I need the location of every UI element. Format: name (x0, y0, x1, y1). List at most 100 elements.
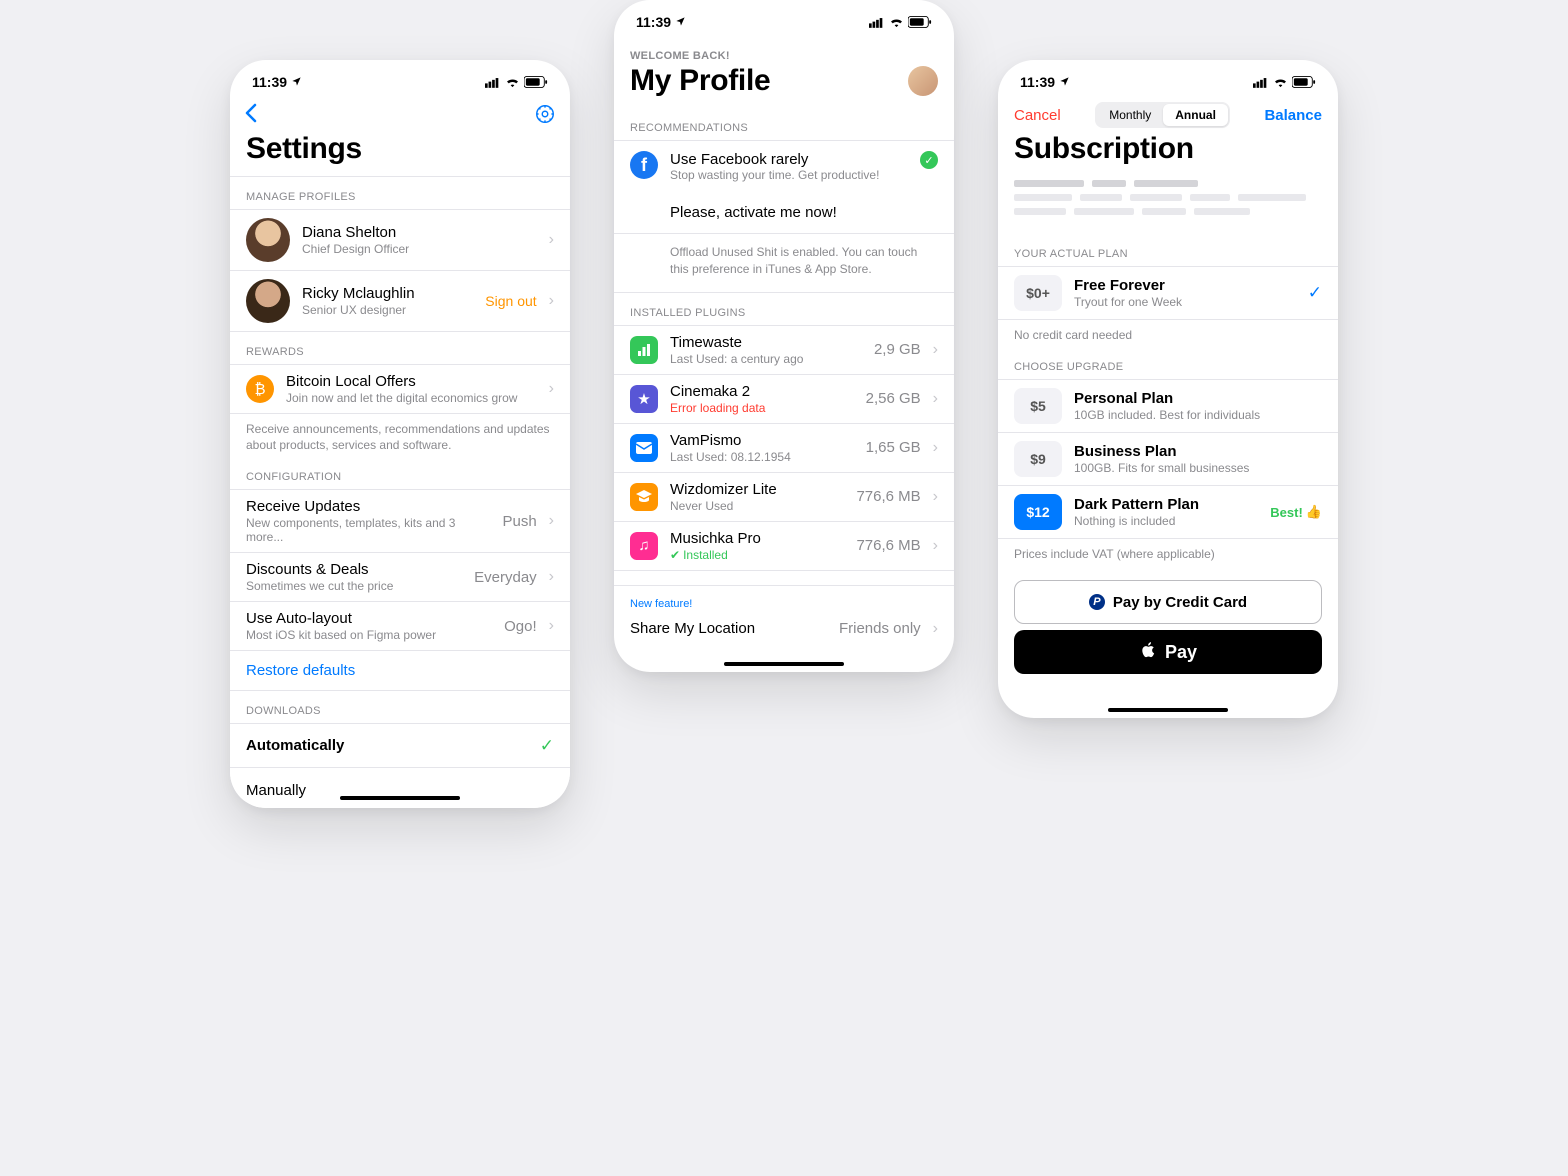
rewards-row[interactable]: ₿ Bitcoin Local Offers Join now and let … (230, 365, 570, 414)
price-tag: $0+ (1014, 275, 1062, 311)
row-title: Receive Updates (246, 498, 490, 515)
plan-title: Personal Plan (1074, 390, 1322, 407)
segment-monthly[interactable]: Monthly (1097, 104, 1163, 126)
back-button[interactable] (244, 102, 258, 130)
download-option[interactable]: Manually (230, 768, 570, 808)
profile-row[interactable]: Ricky Mclaughlin Senior UX designer Sign… (230, 271, 570, 332)
home-indicator (724, 662, 844, 666)
chevron-right-icon: › (933, 620, 938, 638)
chevron-right-icon: › (933, 488, 938, 506)
download-option[interactable]: Automatically ✓ (230, 724, 570, 768)
activate-prompt[interactable]: Please, activate me now! (614, 192, 954, 234)
config-row[interactable]: Use Auto-layout Most iOS kit based on Fi… (230, 602, 570, 651)
chevron-right-icon: › (933, 439, 938, 457)
status-time: 11:39 (1020, 74, 1055, 90)
phone-subscription: 11:39 Cancel Monthly Annual Balance Subs… (998, 60, 1338, 718)
config-row[interactable]: Discounts & Deals Sometimes we cut the p… (230, 553, 570, 602)
avatar (246, 218, 290, 262)
checkmark-icon: ✓ (1308, 283, 1322, 303)
section-header-plugins: INSTALLED PLUGINS (614, 293, 954, 325)
phone-settings: 11:39 Settings MANAGE PROFILES Diana She… (230, 60, 570, 808)
chevron-right-icon: › (933, 390, 938, 408)
row-title: Share My Location (630, 620, 827, 637)
plugin-size: 776,6 MB (856, 488, 920, 505)
section-header-downloads: DOWNLOADS (230, 691, 570, 723)
status-bar: 11:39 (998, 60, 1338, 96)
avatar[interactable] (908, 66, 938, 96)
status-time: 11:39 (636, 14, 671, 30)
plan-title: Business Plan (1074, 443, 1322, 460)
plan-sub: Tryout for one Week (1074, 295, 1296, 309)
plugin-size: 2,56 GB (866, 390, 921, 407)
apple-logo-icon (1139, 641, 1157, 663)
facebook-icon: f (630, 151, 658, 179)
plan-row[interactable]: $9 Business Plan 100GB. Fits for small b… (998, 433, 1338, 486)
config-row[interactable]: Receive Updates New components, template… (230, 490, 570, 553)
plan-sub: 100GB. Fits for small businesses (1074, 461, 1322, 475)
segment-control[interactable]: Monthly Annual (1095, 102, 1230, 128)
plan-title: Dark Pattern Plan (1074, 496, 1258, 513)
status-bar: 11:39 (230, 60, 570, 96)
plugin-row[interactable]: Wizdomizer Lite Never Used 776,6 MB › (614, 473, 954, 522)
row-title: Use Auto-layout (246, 610, 492, 627)
segment-annual[interactable]: Annual (1163, 104, 1228, 126)
plugin-row[interactable]: Timewaste Last Used: a century ago 2,9 G… (614, 326, 954, 375)
section-header-upgrade: CHOOSE UPGRADE (998, 347, 1338, 379)
plan-row[interactable]: $12 Dark Pattern Plan Nothing is include… (998, 486, 1338, 539)
avatar (246, 279, 290, 323)
checkmark-icon: ✓ (540, 736, 554, 756)
pay-credit-card-button[interactable]: P Pay by Credit Card (1014, 580, 1322, 624)
plugin-size: 1,65 GB (866, 439, 921, 456)
pay-apple-button[interactable]: Pay (1014, 630, 1322, 674)
section-header-profiles: MANAGE PROFILES (230, 176, 570, 209)
profile-role: Chief Design Officer (302, 242, 537, 256)
chevron-right-icon: › (549, 380, 554, 398)
rec-title: Use Facebook rarely (670, 151, 908, 168)
graduation-icon (630, 483, 658, 511)
sign-out-button[interactable]: Sign out (485, 293, 536, 309)
mail-icon (630, 434, 658, 462)
recommendation-row[interactable]: f Use Facebook rarely Stop wasting your … (614, 140, 954, 192)
plugin-name: Wizdomizer Lite (670, 481, 844, 498)
profile-name: Ricky Mclaughlin (302, 285, 473, 302)
plugin-name: VamPismo (670, 432, 854, 449)
gear-icon[interactable] (534, 103, 556, 130)
location-icon (1059, 74, 1070, 90)
chevron-right-icon: › (933, 537, 938, 555)
home-indicator (1108, 708, 1228, 712)
vat-note: Prices include VAT (where applicable) (998, 539, 1338, 566)
skeleton-placeholder (998, 176, 1338, 234)
section-footer: Receive announcements, recommendations a… (230, 414, 570, 457)
chevron-right-icon: › (933, 341, 938, 359)
chart-icon (630, 336, 658, 364)
profile-role: Senior UX designer (302, 303, 473, 317)
balance-button[interactable]: Balance (1264, 107, 1322, 124)
plan-row[interactable]: $5 Personal Plan 10GB included. Best for… (998, 380, 1338, 433)
section-footer: No credit card needed (998, 320, 1338, 347)
profile-row[interactable]: Diana Shelton Chief Design Officer › (230, 210, 570, 271)
phone-profile: 11:39 WELCOME BACK! My Profile RECOMMEND… (614, 0, 954, 672)
cancel-button[interactable]: Cancel (1014, 107, 1061, 124)
share-location-row[interactable]: Share My Location Friends only › (614, 610, 954, 654)
location-icon (675, 14, 686, 30)
section-header-rewards: REWARDS (230, 332, 570, 364)
row-title: Bitcoin Local Offers (286, 373, 537, 390)
check-circle-icon: ✔ (670, 548, 680, 562)
plugin-name: Cinemaka 2 (670, 383, 854, 400)
plugin-row[interactable]: ♫ Musichka Pro ✔Installed 776,6 MB › (614, 522, 954, 571)
row-sub: Most iOS kit based on Figma power (246, 628, 492, 642)
price-tag: $12 (1014, 494, 1062, 530)
row-value: Friends only (839, 620, 921, 637)
status-bar: 11:39 (614, 0, 954, 36)
restore-defaults-link[interactable]: Restore defaults (230, 651, 570, 691)
status-indicators (1253, 76, 1316, 88)
row-sub: Join now and let the digital economics g… (286, 391, 537, 405)
rec-note: Offload Unused Shit is enabled. You can … (614, 234, 954, 293)
plugin-name: Timewaste (670, 334, 862, 351)
plugin-sub: Last Used: a century ago (670, 352, 862, 366)
plugin-row[interactable]: ★ Cinemaka 2 Error loading data 2,56 GB … (614, 375, 954, 424)
plugin-row[interactable]: VamPismo Last Used: 08.12.1954 1,65 GB › (614, 424, 954, 473)
profile-name: Diana Shelton (302, 224, 537, 241)
status-indicators (869, 16, 932, 28)
plan-row-current[interactable]: $0+ Free Forever Tryout for one Week ✓ (998, 267, 1338, 320)
